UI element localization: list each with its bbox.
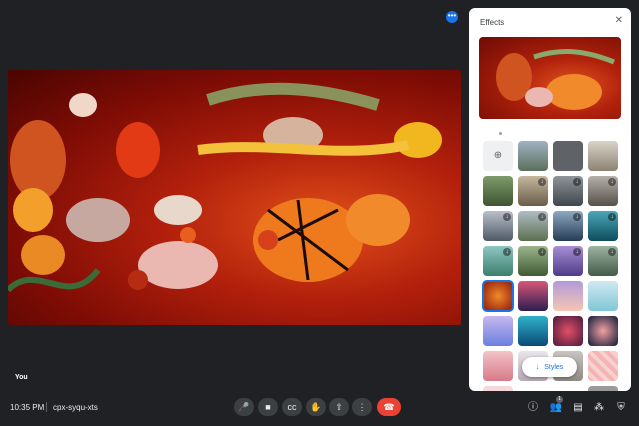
styles-label: Styles: [544, 363, 564, 371]
background-tile[interactable]: [588, 316, 618, 346]
background-tile[interactable]: [518, 141, 548, 171]
arrow-down-icon: ↓: [535, 363, 540, 371]
upload-background-button[interactable]: ⊕: [483, 141, 513, 171]
background-tile[interactable]: ↓: [553, 246, 583, 276]
styles-button[interactable]: ↓ Styles: [522, 357, 577, 377]
participants-badge: 1: [556, 396, 563, 403]
captions-button[interactable]: cc: [282, 398, 302, 416]
camera-icon: ■: [265, 402, 271, 412]
background-tile[interactable]: [553, 281, 583, 311]
background-tile[interactable]: [518, 281, 548, 311]
download-icon: ↓: [608, 178, 616, 186]
download-icon: ↓: [538, 213, 546, 221]
download-icon: ↓: [503, 248, 511, 256]
section-dot: [499, 132, 502, 135]
background-tile[interactable]: [588, 386, 618, 391]
info-icon[interactable]: ⓘ: [526, 401, 540, 415]
download-icon: ↓: [573, 178, 581, 186]
effects-panel: Effects ✕ ⊕ ↓ ↓ ↓ ↓ ↓ ↓ ↓ ↓ ↓ ↓ ↓: [469, 8, 631, 391]
background-tile[interactable]: [553, 141, 583, 171]
background-tile[interactable]: [588, 141, 618, 171]
close-icon[interactable]: ✕: [615, 16, 623, 26]
leave-call-button[interactable]: ☎: [377, 398, 401, 416]
background-tile[interactable]: [553, 316, 583, 346]
divider: [46, 402, 47, 412]
background-tile[interactable]: ↓: [553, 176, 583, 206]
background-tile[interactable]: ↓: [588, 211, 618, 241]
meeting-code: cpx-syqu-xts: [53, 403, 98, 412]
background-tile[interactable]: [483, 316, 513, 346]
background-tile-selected[interactable]: [482, 280, 514, 312]
present-icon: ⇧: [335, 402, 343, 412]
background-tile[interactable]: ↓: [483, 211, 513, 241]
camera-button[interactable]: ■: [258, 398, 278, 416]
download-icon: ↓: [608, 213, 616, 221]
download-icon: ↓: [608, 248, 616, 256]
panel-title: Effects: [480, 18, 505, 27]
hangup-icon: ☎: [383, 402, 395, 412]
zodiac-illustration: [8, 82, 442, 293]
main-video-tile: [8, 70, 461, 325]
background-tile[interactable]: ↓: [553, 211, 583, 241]
background-tile[interactable]: [588, 351, 618, 381]
self-view-label: You: [15, 374, 28, 381]
background-tile[interactable]: ↓: [588, 176, 618, 206]
background-tile[interactable]: ↓: [518, 176, 548, 206]
background-tile[interactable]: [483, 176, 513, 206]
more-options-icon[interactable]: •••: [446, 11, 458, 23]
more-options-button[interactable]: ⋮: [352, 398, 372, 416]
download-icon: ↓: [503, 213, 511, 221]
background-tile[interactable]: [518, 316, 548, 346]
download-icon: ↓: [538, 178, 546, 186]
background-tile[interactable]: ↓: [483, 246, 513, 276]
more-vert-icon: ⋮: [357, 402, 367, 412]
background-tile[interactable]: [483, 351, 513, 381]
download-icon: ↓: [538, 248, 546, 256]
chat-icon[interactable]: ▤: [571, 401, 585, 415]
effect-preview: [479, 37, 621, 119]
background-tile[interactable]: [588, 281, 618, 311]
microphone-icon: 🎤: [238, 402, 250, 412]
clock-time: 10:35 PM: [10, 403, 45, 412]
download-icon: ↓: [573, 213, 581, 221]
raise-hand-button[interactable]: ✋: [306, 398, 326, 416]
background-tile[interactable]: [483, 386, 513, 391]
present-button[interactable]: ⇧: [329, 398, 349, 416]
background-tile[interactable]: ↓: [588, 246, 618, 276]
microphone-button[interactable]: 🎤: [234, 398, 254, 416]
background-tile[interactable]: ↓: [518, 211, 548, 241]
download-icon: ↓: [573, 248, 581, 256]
captions-icon: cc: [287, 402, 297, 412]
hand-icon: ✋: [310, 402, 322, 412]
add-image-icon: ⊕: [493, 150, 503, 161]
background-tile[interactable]: ↓: [518, 246, 548, 276]
host-controls-icon[interactable]: ⛨: [614, 401, 628, 415]
people-icon[interactable]: 👥: [549, 401, 563, 415]
activities-icon[interactable]: ⁂: [592, 401, 606, 415]
